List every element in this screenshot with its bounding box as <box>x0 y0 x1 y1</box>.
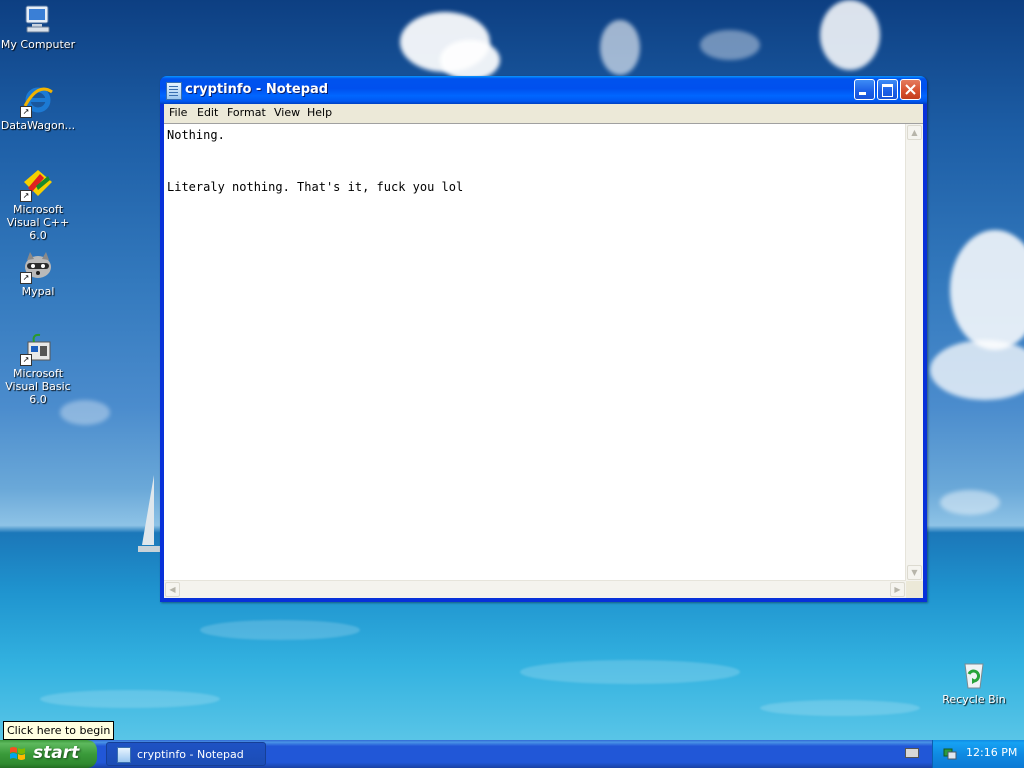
scroll-right-button[interactable]: ▶ <box>890 582 905 597</box>
text-line: Nothing. <box>167 128 225 142</box>
my-computer-icon <box>22 3 54 35</box>
text-line: Literaly nothing. That's it, fuck you lo… <box>167 180 464 194</box>
desktop-icon-label: Microsoft Visual C++ 6.0 <box>6 203 70 242</box>
scroll-up-button[interactable]: ▲ <box>907 125 922 140</box>
notepad-window[interactable]: cryptinfo - Notepad File Edit Format Vie… <box>160 76 927 602</box>
shortcut-arrow-icon: ↗ <box>20 354 32 366</box>
maximize-icon <box>882 84 893 97</box>
clock[interactable]: 12:16 PM <box>966 746 1017 759</box>
system-tray: 12:16 PM <box>932 740 1024 768</box>
notepad-icon <box>117 747 131 763</box>
minimize-button[interactable] <box>854 79 875 100</box>
scroll-left-button[interactable]: ◀ <box>165 582 180 597</box>
text-editor[interactable]: Nothing. Literaly nothing. That's it, fu… <box>164 123 923 598</box>
minimize-icon <box>859 92 866 95</box>
menu-format[interactable]: Format <box>227 106 266 119</box>
window-title: cryptinfo - Notepad <box>185 82 329 97</box>
taskbar-item-label: cryptinfo - Notepad <box>137 748 244 761</box>
shortcut-arrow-icon: ↗ <box>20 106 32 118</box>
desktop-icon-label: DataWagon... <box>0 119 76 132</box>
menu-view[interactable]: View <box>274 106 300 119</box>
internet-explorer-icon: ↗ <box>20 84 54 118</box>
maximize-button[interactable] <box>877 79 898 100</box>
window-body: File Edit Format View Help Nothing. Lite… <box>164 104 923 598</box>
visual-basic-icon: ↗ <box>20 332 54 366</box>
close-icon <box>905 84 916 95</box>
desktop-icon-label: Recycle Bin <box>942 693 1006 706</box>
vertical-scrollbar[interactable]: ▲ ▼ <box>905 124 923 581</box>
keyboard-icon[interactable] <box>905 748 919 758</box>
menu-help[interactable]: Help <box>307 106 332 119</box>
menu-file[interactable]: File <box>169 106 187 119</box>
menu-edit[interactable]: Edit <box>197 106 218 119</box>
taskbar-item-notepad[interactable]: cryptinfo - Notepad <box>106 742 266 766</box>
horizontal-scrollbar[interactable]: ◀ ▶ <box>164 580 906 598</box>
close-button[interactable] <box>900 79 921 100</box>
desktop-icon-my-computer[interactable]: My Computer <box>0 3 76 51</box>
title-bar[interactable]: cryptinfo - Notepad <box>160 76 927 104</box>
network-icon[interactable] <box>943 746 957 760</box>
desktop-icon-label: Microsoft Visual Basic 6.0 <box>5 367 71 406</box>
start-tooltip: Click here to begin <box>3 721 115 740</box>
shortcut-arrow-icon: ↗ <box>20 190 32 202</box>
taskbar: start cryptinfo - Notepad <box>0 740 1024 768</box>
notepad-app-icon[interactable] <box>166 82 182 100</box>
size-grip[interactable] <box>906 581 923 598</box>
scroll-down-button[interactable]: ▼ <box>907 565 922 580</box>
shortcut-arrow-icon: ↗ <box>20 272 32 284</box>
desktop-icon-mypal[interactable]: ↗ Mypal <box>0 250 76 298</box>
recycle-bin-icon <box>958 658 990 690</box>
start-button[interactable]: start <box>0 740 97 768</box>
desktop-icon-label: Mypal <box>21 285 55 298</box>
mypal-raccoon-icon: ↗ <box>20 250 54 284</box>
desktop-icon-visual-cpp[interactable]: ↗ Microsoft Visual C++ 6.0 <box>0 168 76 242</box>
visual-cpp-icon: ↗ <box>20 168 54 202</box>
desktop-icon-recycle-bin[interactable]: Recycle Bin <box>936 658 1012 706</box>
windows-flag-icon <box>10 747 25 760</box>
start-label: start <box>33 743 80 763</box>
desktop-icon-datawagon[interactable]: ↗ DataWagon... <box>0 84 76 132</box>
desktop-icon-label: My Computer <box>0 38 76 51</box>
desktop-icon-visual-basic[interactable]: ↗ Microsoft Visual Basic 6.0 <box>0 332 76 406</box>
sailboat-image <box>138 475 162 552</box>
menu-bar: File Edit Format View Help <box>164 104 923 122</box>
